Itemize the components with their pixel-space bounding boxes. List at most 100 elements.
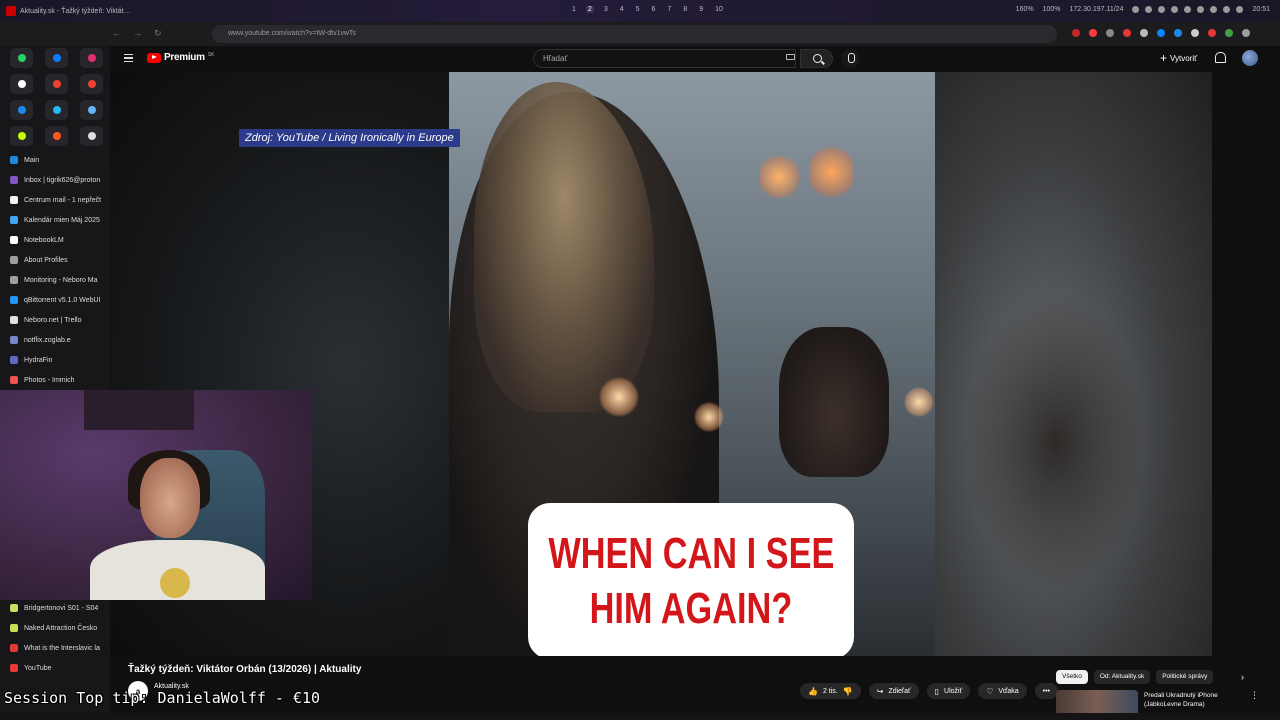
tray-icon[interactable] (1210, 6, 1218, 13)
extension-icon[interactable] (1157, 29, 1165, 37)
notifications-icon[interactable] (1215, 52, 1226, 63)
sidebar-tab[interactable]: YouTube (0, 658, 110, 678)
sidebar-tab[interactable]: HydraFin (0, 350, 110, 370)
sidebar-tab[interactable]: qBittorrent v5.1.0 WebUI (0, 290, 110, 310)
tray-icon[interactable] (1145, 6, 1153, 13)
avatar[interactable] (1242, 50, 1258, 66)
sidebar-tab[interactable]: Bridgertonovi S01 - S04 (0, 598, 110, 618)
address-bar[interactable]: www.youtube.com/watch?v=tW-dtv1vwTs (212, 25, 1057, 43)
sidebar-tab[interactable]: notflix.zoglab.e (0, 330, 110, 350)
recommended-menu-icon[interactable]: ⋮ (1250, 690, 1259, 701)
back-icon[interactable]: ← (112, 28, 121, 39)
pinned-app[interactable] (80, 100, 103, 120)
bookmark-icon: ▯ (934, 686, 940, 696)
pinned-app[interactable] (45, 48, 68, 68)
extension-icon[interactable] (1140, 29, 1148, 37)
chevron-right-icon[interactable]: › (1241, 672, 1244, 682)
tray-icon[interactable] (1158, 6, 1166, 13)
pinned-app[interactable] (10, 126, 33, 146)
sidebar-tab[interactable]: Main (0, 150, 110, 170)
youtube-logo[interactable]: Premium SK (147, 52, 214, 63)
menu-icon[interactable] (124, 54, 133, 62)
recommended-title[interactable]: Predali Ukradnutý iPhone (JabkoLevne Dra… (1144, 691, 1254, 709)
instagram-icon (87, 54, 96, 62)
youtube-play-icon (147, 52, 161, 63)
extension-icon[interactable] (1242, 29, 1250, 37)
plus-icon: + (1160, 51, 1168, 65)
tray-icon[interactable] (1184, 6, 1192, 13)
filter-chip[interactable]: Všetko (1056, 670, 1088, 684)
extension-icon[interactable] (1106, 29, 1114, 37)
favicon-icon (10, 356, 18, 364)
share-button[interactable]: ↪ Zdieľať (868, 683, 919, 699)
extension-icon[interactable] (1072, 29, 1080, 37)
favicon-icon (10, 336, 18, 344)
volume-level[interactable]: 100% (1043, 6, 1061, 13)
pinned-app[interactable] (80, 74, 103, 94)
pinned-app[interactable] (80, 48, 103, 68)
forward-icon[interactable]: → (133, 28, 142, 39)
workspace-9[interactable]: 9 (697, 6, 705, 13)
search-button[interactable] (800, 49, 833, 68)
pinned-app[interactable] (10, 48, 33, 68)
workspace-switcher[interactable]: 1 2 3 4 5 6 7 8 9 10 (570, 6, 725, 13)
favicon-icon (10, 624, 18, 632)
workspace-3[interactable]: 3 (602, 6, 610, 13)
tray-icon[interactable] (1132, 6, 1140, 13)
thumbs-down-icon[interactable]: 👎 (843, 687, 853, 696)
workspace-2[interactable]: 2 (585, 6, 594, 13)
sidebar-tab[interactable]: Kalendár mien Máj 2025 (0, 210, 110, 230)
sidebar-tab[interactable]: NotebookLM (0, 230, 110, 250)
sidebar-tab[interactable]: What is the Interslavic la (0, 638, 110, 658)
workspace-5[interactable]: 5 (634, 6, 642, 13)
workspace-10[interactable]: 10 (713, 6, 725, 13)
extension-icon[interactable] (1089, 29, 1097, 37)
sidebar-tab-label: Naked Attraction Česko (24, 624, 98, 632)
webcam-microphone (160, 568, 190, 598)
extension-icon[interactable] (1225, 29, 1233, 37)
more-button[interactable]: ••• (1034, 683, 1059, 699)
tray-icon[interactable] (1236, 6, 1244, 13)
mic-button[interactable] (841, 49, 860, 68)
pinned-app[interactable] (45, 74, 68, 94)
app-icon (6, 6, 16, 16)
extension-icon[interactable] (1208, 29, 1216, 37)
save-button[interactable]: ▯ Uložiť (926, 683, 971, 699)
sidebar-tab[interactable]: Monitoring - Neboro Ma (0, 270, 110, 290)
workspace-6[interactable]: 6 (650, 6, 658, 13)
filter-chip[interactable]: Politické správy (1156, 670, 1214, 684)
sidebar-tab[interactable]: Neboro.net | Trello (0, 310, 110, 330)
like-button[interactable]: 👍 2 tis. 👎 (800, 683, 861, 699)
sidebar-tab[interactable]: About Profiles (0, 250, 110, 270)
sidebar-tab[interactable]: Naked Attraction Česko (0, 618, 110, 638)
reload-icon[interactable]: ↻ (154, 28, 162, 39)
tray-icon[interactable] (1171, 6, 1179, 13)
pinned-app[interactable] (45, 100, 68, 120)
sidebar-tab-label: YouTube (24, 664, 52, 672)
extension-icon[interactable] (1191, 29, 1199, 37)
search-input[interactable]: Hľadať (533, 49, 796, 68)
thanks-button[interactable]: ♡ Vďaka (978, 683, 1027, 699)
workspace-7[interactable]: 7 (665, 6, 673, 13)
tray-icons[interactable] (1132, 6, 1244, 13)
extension-icon[interactable] (1123, 29, 1131, 37)
favicon-icon (10, 196, 18, 204)
workspace-4[interactable]: 4 (618, 6, 626, 13)
keyboard-icon[interactable] (786, 54, 795, 60)
workspace-1[interactable]: 1 (570, 6, 578, 13)
create-button[interactable]: + Vytvoriť (1160, 51, 1197, 65)
tray-icon[interactable] (1197, 6, 1205, 13)
filter-chip[interactable]: Od: Aktuality.sk (1093, 670, 1151, 684)
more-icon: ••• (1042, 687, 1051, 695)
favicon-icon (10, 156, 18, 164)
pinned-app[interactable] (10, 100, 33, 120)
pinned-app[interactable] (10, 74, 33, 94)
sidebar-tab[interactable]: Photos - Immich (0, 370, 110, 390)
pinned-app[interactable] (80, 126, 103, 146)
sidebar-tab[interactable]: Inbox | tigrik626@proton (0, 170, 110, 190)
pinned-app[interactable] (45, 126, 68, 146)
workspace-8[interactable]: 8 (681, 6, 689, 13)
sidebar-tab[interactable]: Centrum mail - 1 nepřečt (0, 190, 110, 210)
tray-icon[interactable] (1223, 6, 1231, 13)
extension-icon[interactable] (1174, 29, 1182, 37)
